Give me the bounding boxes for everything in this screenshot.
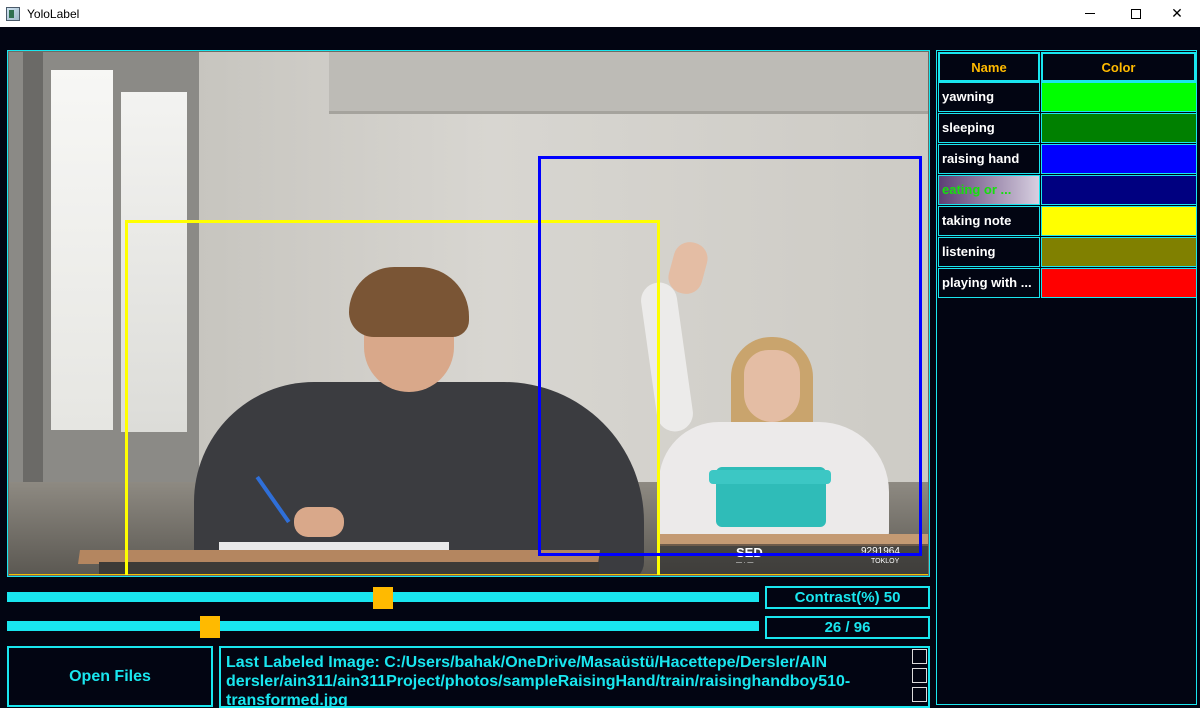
label-row[interactable]: taking note xyxy=(938,206,1197,237)
window-title: YoloLabel xyxy=(27,6,80,21)
label-row-selected[interactable]: eating or ... xyxy=(938,175,1197,206)
app-icon xyxy=(6,6,20,21)
close-button[interactable]: ✕ xyxy=(1154,0,1200,27)
scroll-up-button[interactable] xyxy=(912,649,927,664)
label-row[interactable]: playing with ... xyxy=(938,268,1197,299)
status-text: Last Labeled Image: C:/Users/bahak/OneDr… xyxy=(226,654,851,708)
maximize-icon xyxy=(1131,8,1141,19)
slider-handle[interactable] xyxy=(200,616,220,638)
label-color[interactable] xyxy=(1041,113,1197,143)
label-name[interactable]: yawning xyxy=(938,82,1040,112)
label-row[interactable]: raising hand xyxy=(938,144,1197,175)
contrast-slider[interactable] xyxy=(7,587,759,609)
column-header-name: Name xyxy=(938,52,1040,82)
minimize-button[interactable] xyxy=(1067,0,1113,27)
label-table: Name Color yawning sleeping raising hand… xyxy=(936,50,1197,705)
label-name[interactable]: raising hand xyxy=(938,144,1040,174)
image-slider[interactable] xyxy=(7,616,759,638)
close-icon: ✕ xyxy=(1171,5,1183,21)
label-name[interactable]: eating or ... xyxy=(938,175,1040,205)
slider-track[interactable] xyxy=(7,621,759,631)
contrast-readout: Contrast(%) 50 xyxy=(765,586,930,609)
title-bar: YoloLabel ✕ xyxy=(0,0,1200,27)
label-color[interactable] xyxy=(1041,144,1197,174)
column-header-color: Color xyxy=(1041,52,1196,82)
label-name[interactable]: taking note xyxy=(938,206,1040,236)
label-name[interactable]: sleeping xyxy=(938,113,1040,143)
label-color[interactable] xyxy=(1041,175,1197,205)
image-counter: 26 / 96 xyxy=(765,616,930,639)
scroll-down-button[interactable] xyxy=(912,687,927,702)
label-color[interactable] xyxy=(1041,237,1197,267)
scroll-thumb[interactable] xyxy=(912,668,927,683)
label-color[interactable] xyxy=(1041,82,1197,112)
classroom-photo: SED — · — 9291964 TOKLOY xyxy=(9,52,928,575)
maximize-button[interactable] xyxy=(1113,0,1159,27)
label-row[interactable]: sleeping xyxy=(938,113,1197,144)
label-color[interactable] xyxy=(1041,206,1197,236)
label-row[interactable]: listening xyxy=(938,237,1197,268)
status-box: Last Labeled Image: C:/Users/bahak/OneDr… xyxy=(219,646,930,708)
label-color[interactable] xyxy=(1041,268,1197,298)
bounding-box-raising-hand[interactable] xyxy=(538,156,922,556)
image-canvas[interactable]: SED — · — 9291964 TOKLOY xyxy=(7,50,930,577)
label-name[interactable]: playing with ... xyxy=(938,268,1040,298)
slider-handle[interactable] xyxy=(373,587,393,609)
label-row[interactable]: yawning xyxy=(938,82,1197,113)
open-files-button[interactable]: Open Files xyxy=(7,646,213,707)
label-name[interactable]: listening xyxy=(938,237,1040,267)
minimize-icon xyxy=(1085,13,1095,14)
main-area: SED — · — 9291964 TOKLOY Contrast(%) 50 … xyxy=(0,27,1200,708)
